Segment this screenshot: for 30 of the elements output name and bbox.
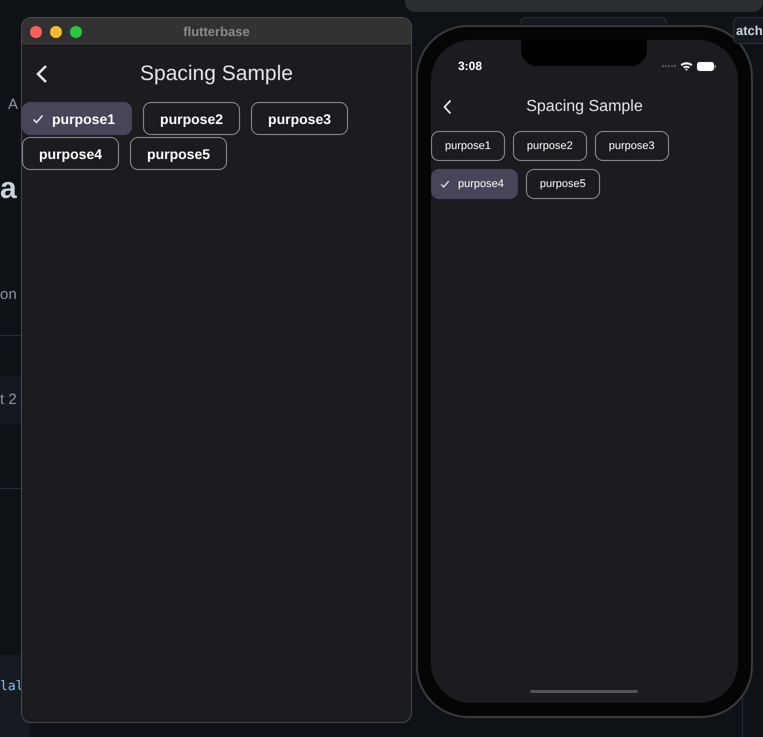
filter-chip[interactable]: purpose4	[22, 137, 120, 170]
filter-chip[interactable]: purpose1	[431, 131, 505, 161]
app-bar-title: Spacing Sample	[140, 62, 293, 86]
filter-chip[interactable]: purpose1	[22, 102, 132, 135]
filter-chip[interactable]: purpose5	[130, 137, 228, 170]
check-icon	[32, 112, 44, 124]
wifi-icon	[680, 61, 693, 71]
background-text: on	[0, 286, 17, 303]
background-text: A	[8, 96, 18, 113]
window-title: flutterbase	[183, 24, 250, 39]
filter-chip[interactable]: purpose3	[594, 131, 669, 161]
signal-icon	[662, 64, 676, 68]
filter-chip[interactable]: purpose3	[251, 102, 348, 135]
background-text: a	[0, 172, 17, 206]
back-icon[interactable]	[36, 64, 48, 84]
filter-chip[interactable]: purpose2	[143, 102, 240, 135]
close-button[interactable]	[30, 26, 42, 38]
minimize-button[interactable]	[50, 26, 62, 38]
background-text: t 2	[0, 391, 17, 408]
check-icon	[440, 179, 450, 189]
filter-chip[interactable]: purpose4	[431, 169, 518, 199]
zoom-button[interactable]	[70, 26, 82, 38]
app-bar-title: Spacing Sample	[526, 98, 643, 116]
filter-chip[interactable]: purpose5	[526, 169, 600, 199]
filter-chip[interactable]: purpose2	[512, 131, 587, 161]
battery-icon	[697, 62, 716, 70]
background-button[interactable]: atch	[733, 17, 763, 44]
status-time: 3:08	[458, 59, 482, 73]
back-icon[interactable]	[443, 99, 452, 115]
code-text: lal	[0, 679, 24, 694]
